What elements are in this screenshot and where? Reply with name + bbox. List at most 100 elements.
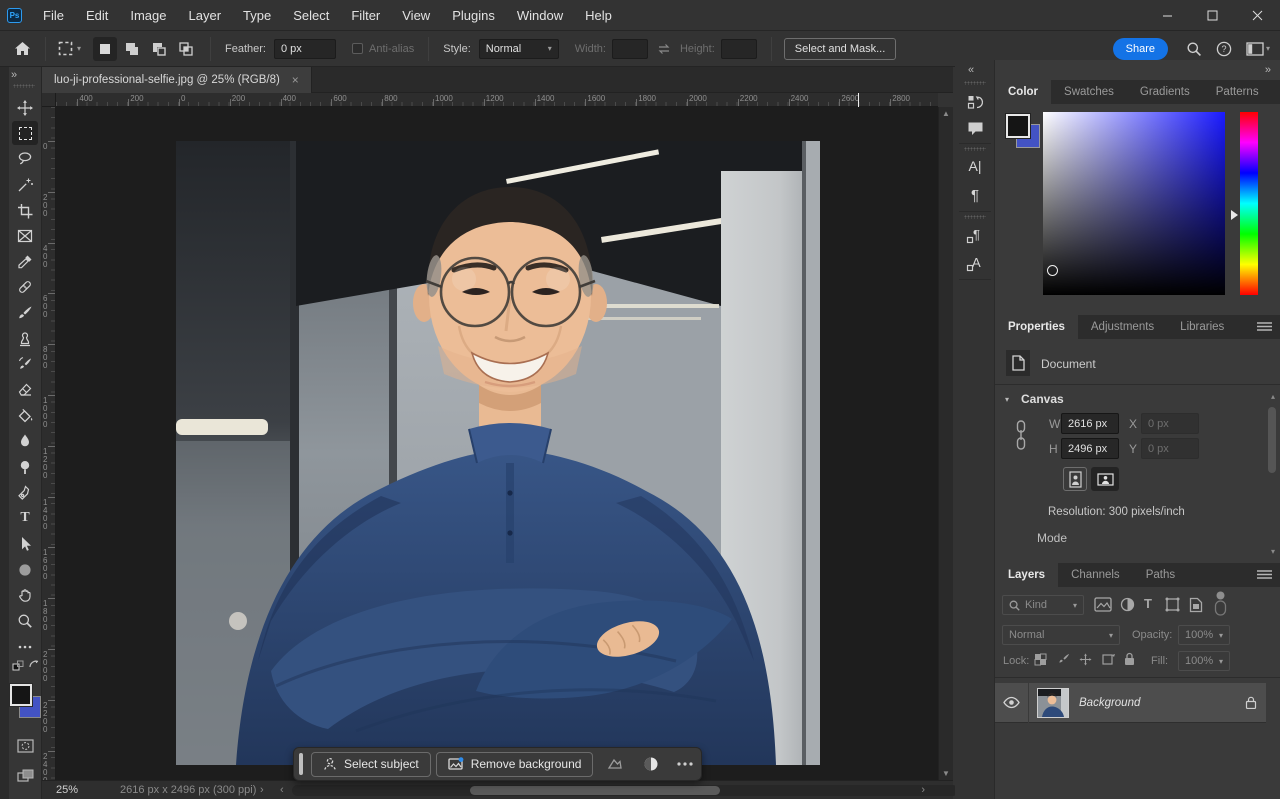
scroll-up-icon[interactable]: ▲ [939,109,953,118]
width-input[interactable] [612,39,648,59]
clone-stamp-tool[interactable] [12,327,38,351]
collapse-strip-icon[interactable]: « [968,64,973,76]
feather-input[interactable]: 0 px [274,39,336,59]
horizontal-ruler[interactable]: 4002000200400600800100012001400160018002… [56,93,938,107]
canvas-area[interactable] [56,107,938,780]
horizontal-scrollbar[interactable] [292,785,958,796]
workspace-chevron-icon[interactable]: ▾ [1266,44,1270,53]
blend-mode-dropdown[interactable]: Normal▾ [1002,625,1120,645]
color-field[interactable] [1043,112,1225,295]
properties-scrollbar-thumb[interactable] [1268,407,1276,473]
layer-filter-dropdown[interactable]: Kind▾ [1002,595,1084,615]
menu-view[interactable]: View [391,0,441,31]
style-dropdown[interactable]: Normal▾ [479,39,559,59]
default-colors-icon[interactable] [12,660,24,672]
vertical-scrollbar[interactable]: ▲ ▼ [938,107,953,780]
character-panel-icon[interactable]: A| [963,155,987,177]
menu-edit[interactable]: Edit [75,0,119,31]
minimize-button[interactable] [1145,0,1190,31]
paragraph-panel-icon[interactable]: ¶ [963,184,987,206]
eraser-tool[interactable] [12,378,38,402]
crop-tool[interactable] [12,199,38,223]
help-icon[interactable]: ? [1216,41,1232,57]
paint-bucket-tool[interactable] [12,404,38,428]
healing-brush-tool[interactable] [12,275,38,299]
filter-pixel-layers-icon[interactable] [1094,597,1112,612]
properties-scroll-up-icon[interactable]: ▴ [1271,392,1275,401]
search-icon[interactable] [1186,41,1202,57]
menu-file[interactable]: File [32,0,75,31]
paragraph-styles-panel-icon[interactable]: ¶ [963,224,987,246]
menu-help[interactable]: Help [574,0,623,31]
vertical-ruler[interactable]: 0200400600800100012001400160018002000220… [42,107,56,780]
tab-layers[interactable]: Layers [995,563,1058,587]
ruler-corner[interactable] [42,93,56,107]
filter-toggle-switch[interactable] [1213,591,1228,617]
pen-tool[interactable] [12,481,38,505]
properties-scroll-down-icon[interactable]: ▾ [1271,547,1275,556]
strip-grip-2[interactable] [964,147,986,151]
tab-swatches[interactable]: Swatches [1051,80,1127,104]
fill-input[interactable]: 100%▾ [1178,651,1230,671]
home-icon[interactable] [14,41,31,56]
zoom-level[interactable]: 25% [56,784,78,796]
canvas-h-input[interactable]: 2496 px [1061,438,1119,459]
lock-position-icon[interactable] [1079,653,1092,666]
share-button[interactable]: Share [1113,38,1168,60]
path-select-tool[interactable] [12,532,38,556]
maximize-button[interactable] [1190,0,1235,31]
add-to-selection-button[interactable] [120,37,144,61]
menu-layer[interactable]: Layer [178,0,233,31]
menu-filter[interactable]: Filter [340,0,391,31]
tab-color[interactable]: Color [995,80,1051,104]
tab-patterns[interactable]: Patterns [1203,80,1272,104]
eyedropper-tool[interactable] [12,250,38,274]
hscroll-left-icon[interactable]: ‹ [280,784,284,796]
portrait-orientation-button[interactable] [1063,467,1087,491]
height-input[interactable] [721,39,757,59]
canvas-w-input[interactable]: 2616 px [1061,413,1119,434]
opacity-input[interactable]: 100%▾ [1178,625,1230,645]
subtract-from-selection-button[interactable] [147,37,171,61]
swap-dimensions-icon[interactable] [656,43,672,55]
type-tool[interactable]: T [12,506,38,530]
properties-panel-menu-icon[interactable] [1257,322,1272,331]
status-chevron-icon[interactable]: › [260,784,264,796]
canvas-y-input[interactable]: 0 px [1141,438,1199,459]
tools-grip[interactable] [13,84,35,88]
lock-artboard-icon[interactable] [1101,653,1116,666]
magic-wand-tool[interactable] [12,173,38,197]
anti-alias-checkbox[interactable] [352,43,363,54]
character-styles-panel-icon[interactable]: A [963,252,987,274]
strip-grip-3[interactable] [964,215,986,219]
lock-transparency-icon[interactable] [1034,653,1047,666]
collapse-panels-icon[interactable]: » [1265,64,1270,76]
panel-foreground-color-swatch[interactable] [1006,114,1030,138]
canvas-section-chevron-icon[interactable]: ▾ [1005,395,1009,404]
menu-type[interactable]: Type [232,0,282,31]
adjustments-icon[interactable] [640,756,662,772]
remove-background-button[interactable]: Remove background [436,752,594,777]
filter-adjustment-layers-icon[interactable] [1120,597,1135,612]
brush-tool[interactable] [12,301,38,325]
canvas-section-title[interactable]: Canvas [1021,392,1064,406]
quick-mask-icon[interactable] [12,734,38,758]
tab-libraries[interactable]: Libraries [1167,315,1237,339]
layer-lock-icon[interactable] [1245,696,1257,709]
transform-selection-icon[interactable] [604,757,626,771]
select-subject-button[interactable]: Select subject [311,752,431,777]
filter-shape-layers-icon[interactable] [1165,597,1180,612]
history-panel-icon[interactable] [963,91,987,113]
tool-preset-icon[interactable] [58,41,73,56]
new-selection-button[interactable] [93,37,117,61]
hue-slider-marker[interactable] [1231,210,1238,220]
scroll-down-icon[interactable]: ▼ [939,769,953,778]
frame-tool[interactable] [12,224,38,248]
swap-colors-icon[interactable] [28,659,40,671]
lock-pixels-icon[interactable] [1057,653,1070,666]
workspace-icon[interactable] [1246,42,1264,56]
document-tab[interactable]: luo-ji-professional-selfie.jpg @ 25% (RG… [42,67,312,93]
menu-image[interactable]: Image [119,0,177,31]
layer-name[interactable]: Background [1079,697,1245,709]
shape-tool[interactable] [12,558,38,582]
